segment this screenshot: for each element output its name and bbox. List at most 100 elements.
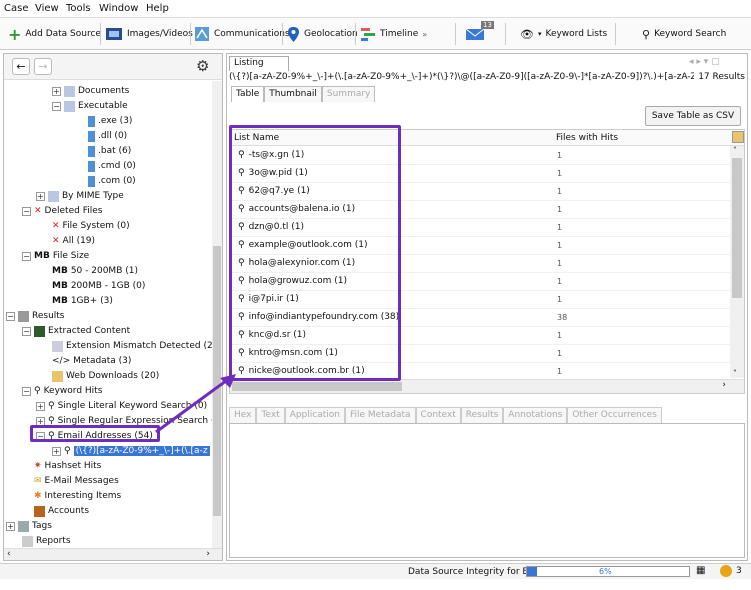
tree-node-exe[interactable]: .exe (3) bbox=[88, 114, 132, 128]
search-icon: ⚲ bbox=[48, 401, 55, 411]
tree-node-tags[interactable]: + Tags bbox=[6, 519, 52, 533]
keyword-search-button[interactable]: ⚲ Keyword Search bbox=[642, 18, 726, 50]
tree-node-extracted-content[interactable]: − Extracted Content bbox=[22, 324, 130, 338]
tree-node-file-size[interactable]: − MB File Size bbox=[22, 249, 89, 263]
tree-node-interesting-items[interactable]: ✱ Interesting Items bbox=[34, 489, 121, 503]
tab-thumbnail[interactable]: Thumbnail bbox=[264, 86, 322, 102]
list-name-highlight bbox=[229, 125, 401, 381]
row-files-with-hits: 1 bbox=[557, 349, 563, 358]
tree-node-results[interactable]: − Results bbox=[6, 309, 65, 323]
tree-node-com[interactable]: .com (0) bbox=[88, 174, 136, 188]
tree-node-deleted-files[interactable]: − ✕ Deleted Files bbox=[22, 204, 102, 218]
tree-node-by-mime[interactable]: + By MIME Type bbox=[36, 189, 124, 203]
scroll-up-icon[interactable]: ˄ bbox=[733, 146, 737, 155]
tab-application[interactable]: Application bbox=[284, 407, 345, 423]
geolocation-button[interactable]: Geolocation bbox=[287, 18, 358, 50]
keyword-lists-button[interactable]: 👁 ▾ Keyword Lists bbox=[520, 18, 607, 50]
tree-node-all-deleted[interactable]: ✕ All (19) bbox=[52, 234, 95, 248]
listing-subtabs: Table Thumbnail Summary bbox=[231, 86, 376, 102]
tree-node-documents[interactable]: + Documents bbox=[52, 84, 129, 98]
mismatch-icon bbox=[52, 340, 63, 352]
notifications-button[interactable]: 13 bbox=[465, 18, 494, 50]
menu-help[interactable]: Help bbox=[146, 3, 169, 14]
tree-node-ext-mismatch[interactable]: Extension Mismatch Detected (2) bbox=[52, 339, 212, 353]
add-data-source-label: Add Data Source bbox=[25, 29, 101, 39]
directory-tree-panel: ← → ⚙ + Documents − Executable .exe (3) .d… bbox=[3, 53, 223, 561]
tab-results[interactable]: Results bbox=[460, 407, 504, 423]
tree-node-accounts[interactable]: Accounts bbox=[34, 504, 89, 518]
tree-node-size-50-200[interactable]: MB 50 - 200MB (1) bbox=[52, 264, 138, 278]
tab-context[interactable]: Context bbox=[415, 407, 461, 423]
tree-node-bat[interactable]: .bat (6) bbox=[88, 144, 131, 158]
tree-node-reports[interactable]: Reports bbox=[22, 534, 71, 548]
deleted-x-icon: ✕ bbox=[52, 236, 60, 246]
file-icon bbox=[88, 130, 95, 142]
tree-vertical-scrollbar[interactable] bbox=[212, 81, 222, 549]
search-icon: ⚲ bbox=[34, 386, 41, 396]
scroll-thumb[interactable] bbox=[732, 158, 742, 298]
tree-node-web-downloads[interactable]: Web Downloads (20) bbox=[52, 369, 159, 383]
add-data-source-button[interactable]: + Add Data Source bbox=[8, 18, 101, 50]
column-chooser-icon[interactable] bbox=[732, 131, 744, 143]
tree-node-dll[interactable]: .dll (0) bbox=[88, 129, 127, 143]
table-vertical-scrollbar[interactable]: ˄ ˅ bbox=[730, 146, 744, 378]
tab-file-metadata[interactable]: File Metadata bbox=[344, 407, 416, 423]
forward-button[interactable]: → bbox=[34, 58, 52, 75]
nav-arrows-icon[interactable]: ◂ ▸ ▾ ▢ bbox=[689, 57, 720, 67]
back-button[interactable]: ← bbox=[12, 58, 30, 75]
scroll-right-icon[interactable]: › bbox=[206, 549, 210, 559]
tree-node-executable[interactable]: − Executable bbox=[52, 99, 128, 113]
settings-gear-icon[interactable]: ⚙ bbox=[196, 57, 209, 75]
highlight-arrow bbox=[155, 374, 236, 434]
save-table-csv-button[interactable]: Save Table as CSV bbox=[645, 106, 741, 126]
tree-node-size-1g-plus[interactable]: MB 1GB+ (3) bbox=[52, 294, 113, 308]
listing-tab[interactable]: Listing bbox=[229, 56, 289, 71]
scroll-down-icon[interactable]: ˅ bbox=[733, 369, 737, 378]
row-files-with-hits: 1 bbox=[557, 223, 563, 232]
scroll-left-icon[interactable]: ‹ bbox=[7, 549, 11, 559]
file-type-icon bbox=[64, 85, 75, 97]
tree-node-metadata[interactable]: </> Metadata (3) bbox=[52, 354, 131, 368]
keyword-search-label: Keyword Search bbox=[654, 29, 727, 39]
timeline-icon bbox=[361, 28, 375, 41]
images-videos-button[interactable]: Images/Videos bbox=[105, 18, 193, 50]
menu-case[interactable]: Case bbox=[4, 3, 28, 14]
notification-bell-icon[interactable] bbox=[720, 565, 732, 577]
tree-node-keyword-hits[interactable]: − ⚲ Keyword Hits bbox=[22, 384, 102, 398]
column-files-with-hits[interactable]: Files with Hits bbox=[556, 133, 618, 143]
expand-icon: + bbox=[6, 521, 15, 531]
menu-window[interactable]: Window bbox=[99, 3, 138, 14]
scroll-thumb[interactable] bbox=[232, 382, 402, 391]
expand-icon: + bbox=[52, 86, 61, 96]
chevron-down-icon: » bbox=[422, 29, 428, 39]
tab-other-occurrences[interactable]: Other Occurrences bbox=[567, 407, 662, 423]
row-files-with-hits: 1 bbox=[557, 295, 563, 304]
tree-horizontal-scrollbar[interactable]: ‹ › bbox=[4, 548, 222, 560]
communications-button[interactable]: Communications bbox=[194, 18, 290, 50]
menu-tools[interactable]: Tools bbox=[66, 3, 91, 14]
tree-node-hashset-hits[interactable]: ✷ Hashset Hits bbox=[34, 459, 101, 473]
tree-node-regex-selected[interactable]: + ⚲ (\{?)[a-zA-Z0-9%+_\-]+(\.[a-z bbox=[52, 444, 210, 458]
toolbar: + Add Data Source Images/Videos Communic… bbox=[0, 18, 751, 50]
extracted-content-icon bbox=[34, 325, 45, 337]
tab-summary[interactable]: Summary bbox=[321, 86, 376, 102]
timeline-button[interactable]: Timeline » bbox=[360, 18, 427, 50]
tab-annotations[interactable]: Annotations bbox=[503, 407, 568, 423]
search-icon: ⚲ bbox=[642, 27, 651, 41]
file-icon bbox=[88, 145, 95, 157]
report-icon bbox=[22, 535, 33, 547]
accounts-icon bbox=[34, 505, 45, 517]
collapse-icon: − bbox=[6, 311, 15, 321]
tree-node-email-messages[interactable]: ✉ E-Mail Messages bbox=[34, 474, 119, 488]
listing-regex-title: (\{?)[a-zA-Z0-9%+_\-]+(\.[a-zA-Z0-9%+_\-… bbox=[229, 72, 726, 82]
table-horizontal-scrollbar[interactable]: › bbox=[230, 379, 744, 393]
tree-node-size-200-1g[interactable]: MB 200MB - 1GB (0) bbox=[52, 279, 145, 293]
tree-node-file-system[interactable]: ✕ File System (0) bbox=[52, 219, 130, 233]
tab-text[interactable]: Text bbox=[256, 407, 285, 423]
tab-table[interactable]: Table bbox=[231, 86, 265, 102]
grid-icon[interactable]: ▦ bbox=[696, 565, 705, 576]
tree-node-cmd[interactable]: .cmd (0) bbox=[88, 159, 136, 173]
results-icon bbox=[18, 310, 29, 322]
scroll-right-icon[interactable]: › bbox=[722, 380, 726, 390]
menu-view[interactable]: View bbox=[35, 3, 59, 14]
